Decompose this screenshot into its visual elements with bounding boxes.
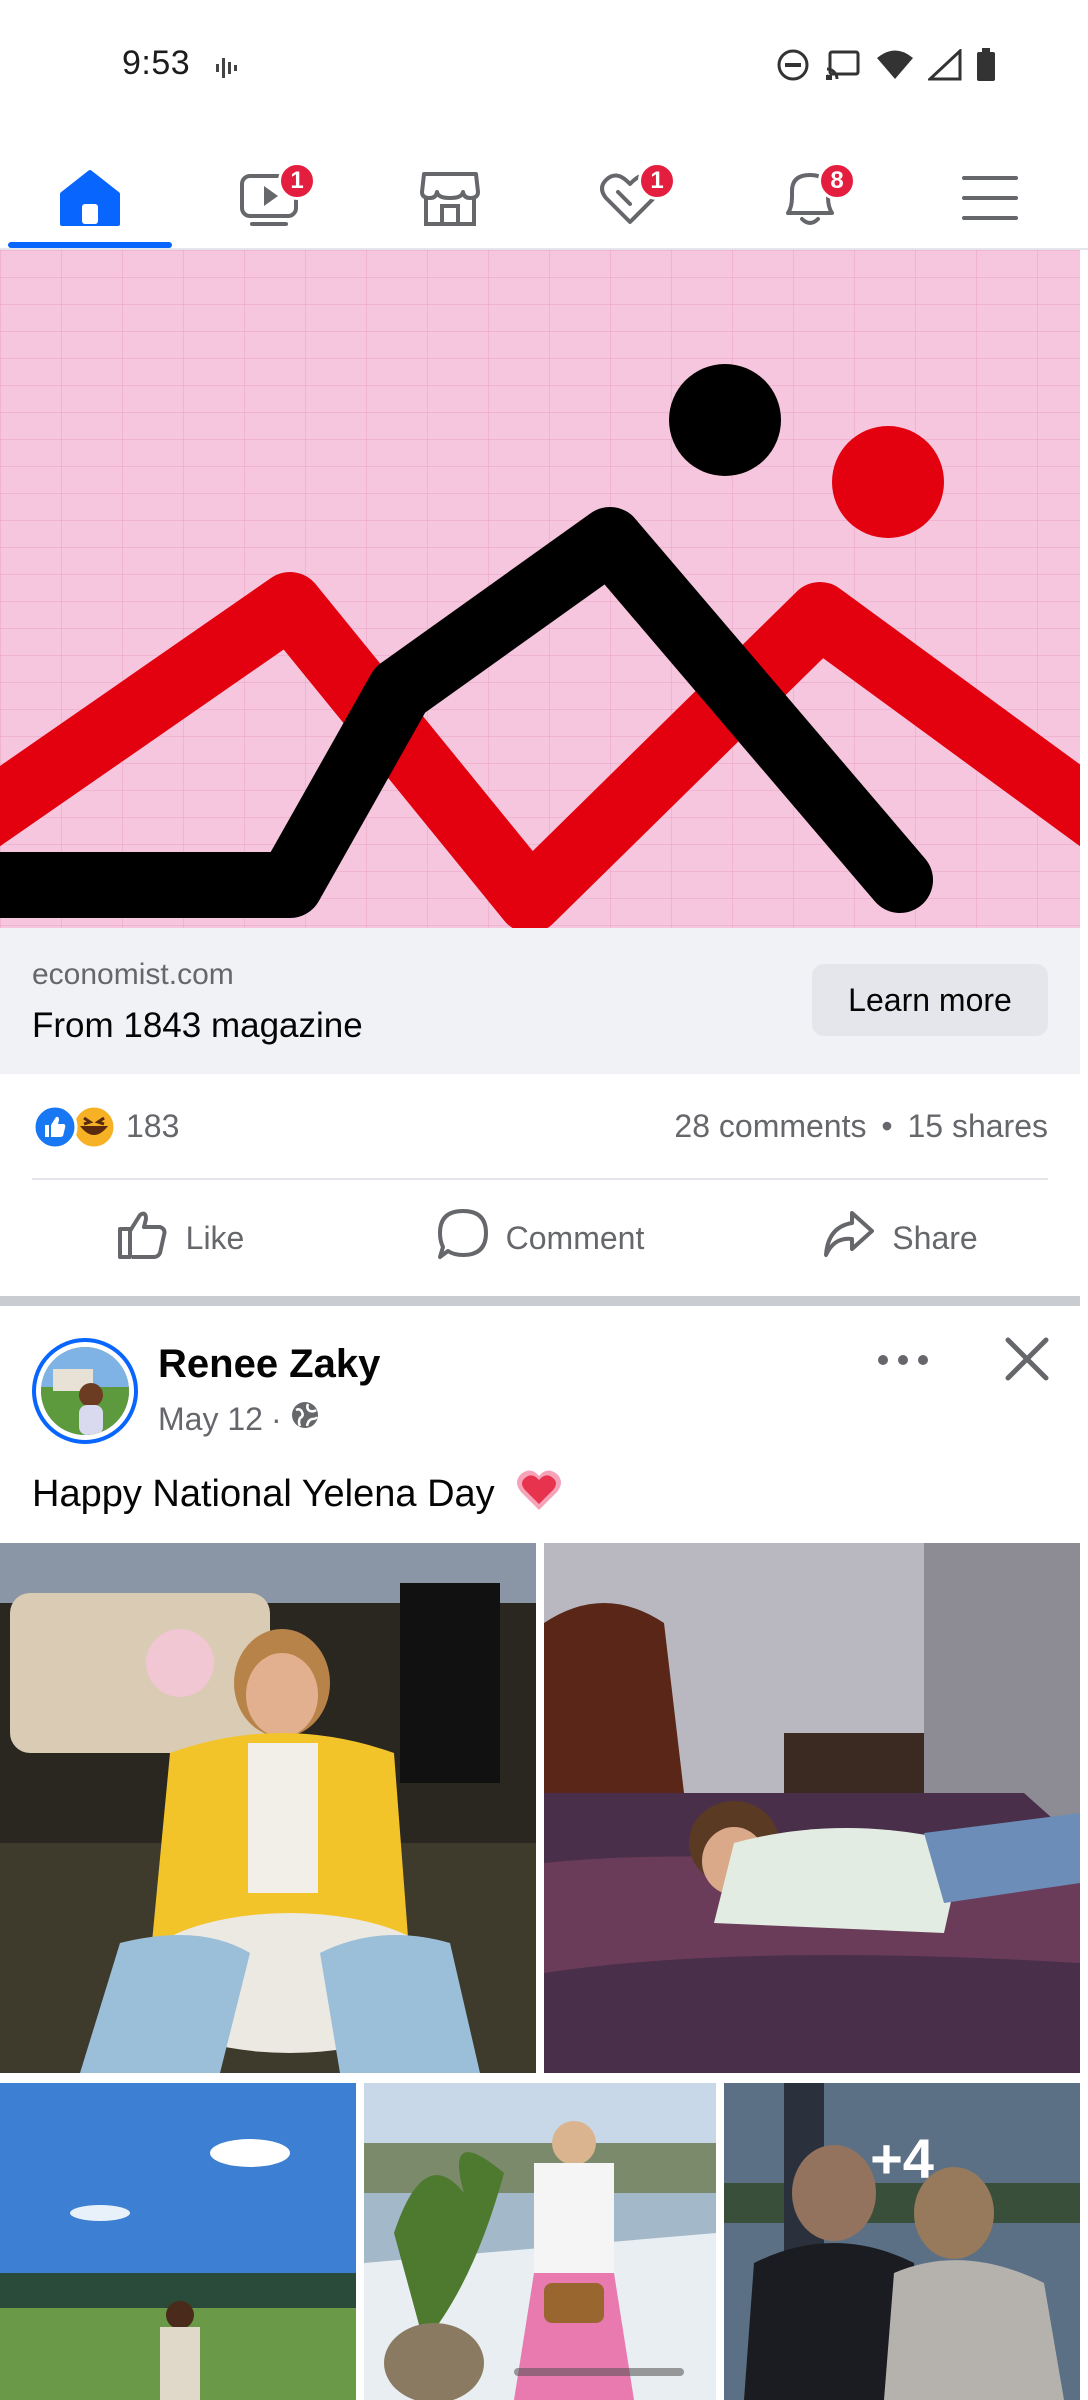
cast-icon [824,49,862,86]
post-text-content: Happy National Yelena Day [32,1473,495,1515]
notifications-badge: 8 [818,162,856,200]
post-actions: Like Comment Share [0,1180,1080,1296]
battery-icon [976,48,996,87]
avatar[interactable] [32,1338,138,1444]
ad-image[interactable] [0,250,1080,928]
nav-notifications-tab[interactable]: 8 [720,150,900,250]
post-photo-5[interactable]: +4 [724,2083,1080,2400]
more-photos-count: +4 [870,2126,934,2190]
feed-separator [0,1296,1080,1306]
like-button[interactable]: Like [0,1180,360,1296]
share-arrow-icon [822,1207,876,1269]
post-photo-1[interactable] [0,1543,536,2073]
voice-wave-icon [214,54,242,87]
nav-video-tab[interactable]: 1 [180,150,360,250]
wifi-icon [876,49,914,86]
ad-domain: economist.com [32,958,234,991]
share-button[interactable]: Share [720,1180,1080,1296]
shares-count[interactable]: 15 shares [907,1108,1048,1144]
close-icon[interactable] [1000,1332,1054,1391]
nav-marketplace-tab[interactable] [360,150,540,250]
post-meta: May 12 · [158,1400,320,1438]
thumbs-up-icon [116,1207,170,1269]
like-label: Like [185,1219,245,1256]
home-icon [58,168,122,233]
status-bar: 9:53 [0,0,1088,130]
share-label: Share [892,1219,978,1256]
comment-bubble-icon [436,1207,490,1269]
nav-dating-tab[interactable]: 1 [540,150,720,250]
post-author-name[interactable]: Renee Zaky [158,1342,380,1387]
ad-title: From 1843 magazine [32,1006,363,1045]
reaction-count: 183 [126,1108,180,1144]
post-header: Renee Zaky May 12 · Happy National Yelen… [0,1306,1080,1536]
post-photo-2[interactable] [544,1543,1080,2073]
globe-icon [290,1400,320,1438]
top-nav-bar: 1 1 8 [0,140,1088,250]
meta-dot: · [270,1400,282,1437]
ad-link-card[interactable]: economist.com From 1843 magazine Learn m… [0,928,1080,1074]
menu-icon [960,172,1020,229]
reaction-icons [32,1104,117,1150]
reactions-summary[interactable]: 183 28 comments • 15 shares [0,1074,1080,1180]
learn-more-button[interactable]: Learn more [812,964,1048,1036]
gesture-bar[interactable] [514,2368,684,2376]
more-options-icon[interactable] [876,1350,930,1375]
comments-count[interactable]: 28 comments [674,1108,866,1144]
comment-button[interactable]: Comment [360,1180,720,1296]
post-stats: 28 comments • 15 shares [674,1108,1048,1145]
marketplace-icon [418,168,482,233]
post-date[interactable]: May 12 [158,1401,263,1438]
status-time: 9:53 [122,44,191,82]
do-not-disturb-icon [776,48,810,87]
post-photo-3[interactable] [0,2083,356,2400]
post-photo-4[interactable] [364,2083,716,2400]
signal-icon [926,47,962,86]
heart-emoji-icon [515,1468,563,1522]
stats-separator: • [881,1108,893,1144]
video-badge: 1 [278,162,316,200]
comment-label: Comment [505,1219,645,1256]
post-text: Happy National Yelena Day [32,1468,563,1522]
nav-home-tab[interactable] [0,150,180,250]
dating-badge: 1 [638,162,676,200]
nav-menu-tab[interactable] [900,150,1080,250]
